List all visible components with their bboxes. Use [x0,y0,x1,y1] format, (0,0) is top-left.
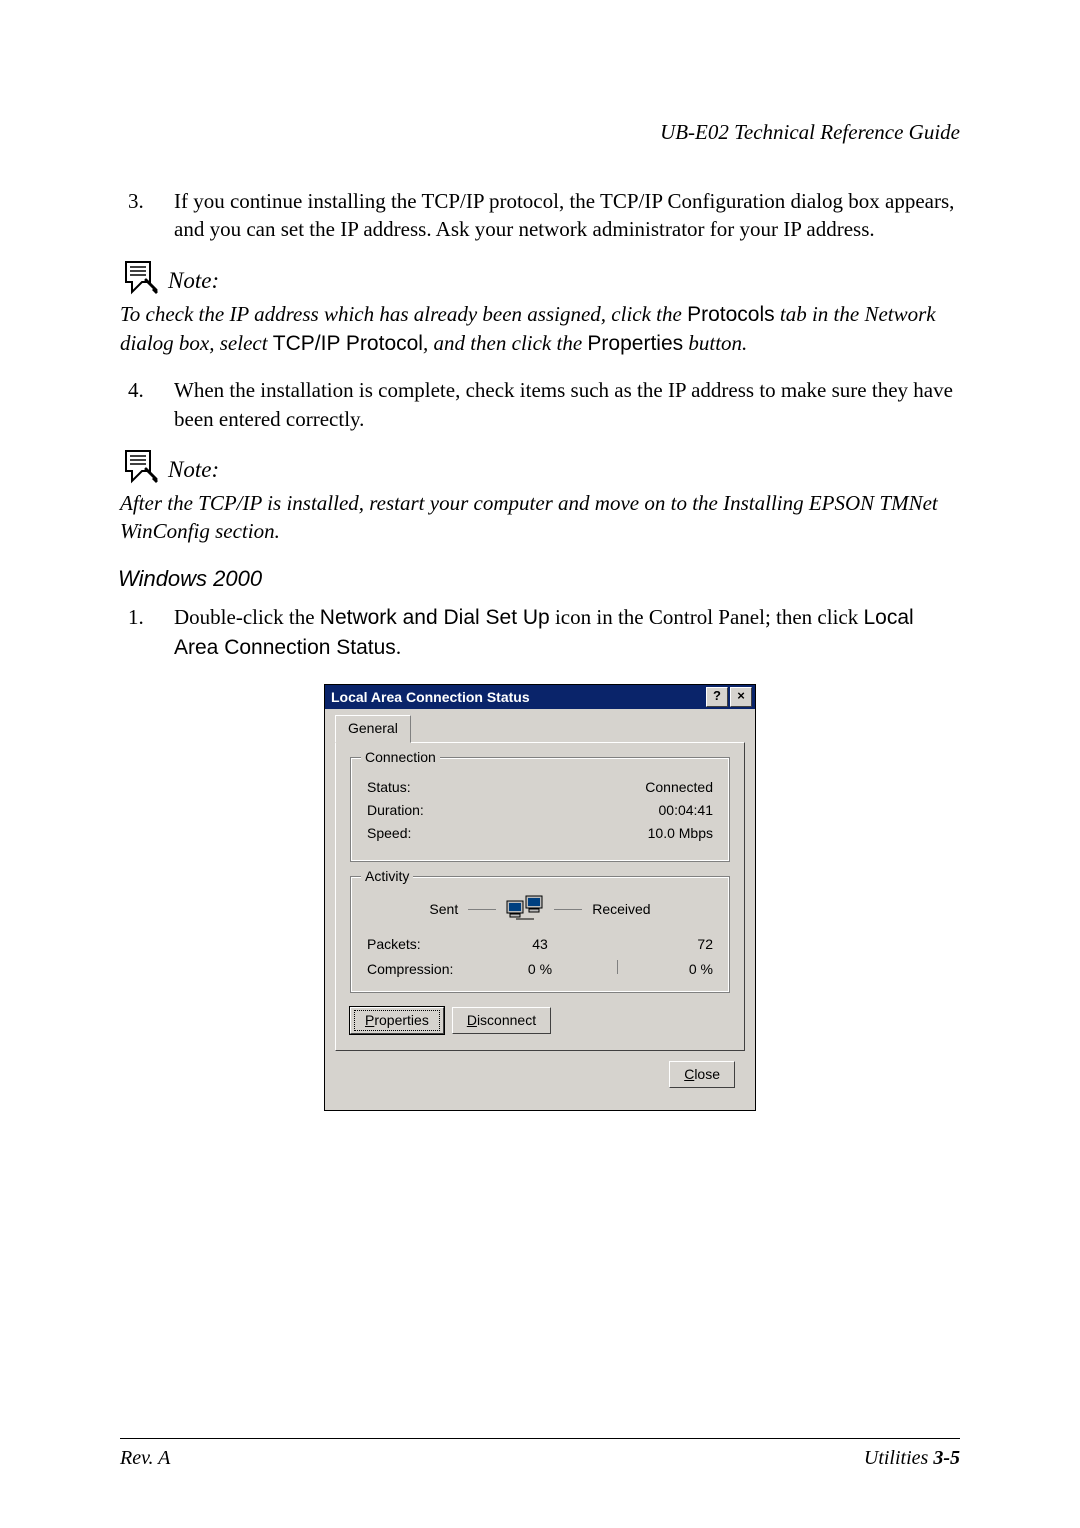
sent-label: Sent [429,900,458,919]
footer-left: Rev. A [120,1447,170,1470]
note-header: Note: [120,258,960,298]
packets-label: Packets: [367,935,482,954]
close-button[interactable]: Close [669,1061,735,1088]
groupbox-activity: Activity Sent [350,876,730,994]
speed-value: 10.0 Mbps [648,824,713,843]
list-item: 3. If you continue installing the TCP/IP… [120,187,960,244]
text-segment: Double-click the [174,605,320,629]
status-value: Connected [645,778,713,797]
note-icon [120,447,160,487]
note-body: After the TCP/IP is installed, restart y… [120,489,960,546]
footer-right: Utilities 3-5 [864,1447,960,1470]
compression-sent-value: 0 % [528,961,552,977]
text-segment: icon in the Control Panel; then click [550,605,864,629]
list-text: When the installation is complete, check… [174,376,960,433]
ui-term: Network and Dial Set Up [320,606,550,629]
note-term: TCP/IP Protocol [273,332,423,355]
list-marker: 4. [120,376,174,433]
list-marker: 3. [120,187,174,244]
duration-value: 00:04:41 [659,801,714,820]
footer-section: Utilities [864,1447,928,1469]
received-label: Received [592,900,650,919]
compression-label: Compression: [367,960,482,979]
section-heading-windows-2000: Windows 2000 [118,564,960,594]
close-icon[interactable]: × [730,687,752,707]
tab-general[interactable]: General [335,715,411,743]
help-button[interactable]: ? [706,687,728,707]
running-header: UB-E02 Technical Reference Guide [120,120,960,145]
note-segment: , and then click the [423,331,587,355]
disconnect-button[interactable]: Disconnect [452,1007,551,1034]
page: UB-E02 Technical Reference Guide 3. If y… [0,0,1080,1528]
list-item: 1. Double-click the Network and Dial Set… [120,603,960,662]
note-segment: To check the IP address which has alread… [120,302,687,326]
speed-label: Speed: [367,824,411,843]
note-label: Note: [168,265,219,298]
packets-recv-value: 72 [598,935,713,954]
note-header: Note: [120,447,960,487]
note-term: Protocols [687,303,775,326]
list-item: 4. When the installation is complete, ch… [120,376,960,433]
activity-line-icon [468,909,496,910]
duration-label: Duration: [367,801,424,820]
dialog-title: Local Area Connection Status [331,688,530,707]
packets-sent-value: 43 [482,935,597,954]
main-content: 3. If you continue installing the TCP/IP… [120,187,960,1111]
note-label: Note: [168,454,219,487]
note-segment: button. [683,331,747,355]
note-body: To check the IP address which has alread… [120,300,960,359]
properties-button[interactable]: Properties [350,1007,444,1034]
dialog-screenshot: Local Area Connection Status ? × General… [120,684,960,1111]
compression-recv-value: 0 % [598,960,713,979]
text-segment: . [396,635,401,659]
list-marker: 1. [120,603,174,662]
note-icon [120,258,160,298]
dialog-titlebar[interactable]: Local Area Connection Status ? × [325,685,755,709]
connection-status-dialog: Local Area Connection Status ? × General… [324,684,756,1111]
list-text: If you continue installing the TCP/IP pr… [174,187,960,244]
note-term: Properties [587,332,683,355]
footer-page-number: 3-5 [928,1447,960,1469]
page-footer: Rev. A Utilities 3-5 [120,1438,960,1470]
tab-strip: General [335,715,745,743]
groupbox-title: Activity [361,867,413,886]
network-computers-icon [506,895,544,925]
status-label: Status: [367,778,411,797]
list-text: Double-click the Network and Dial Set Up… [174,603,960,662]
groupbox-title: Connection [361,748,440,767]
footer-rule [120,1438,960,1439]
tab-panel-general: Connection Status: Connected Duration: 0… [335,742,745,1051]
groupbox-connection: Connection Status: Connected Duration: 0… [350,757,730,862]
activity-line-icon [554,909,582,910]
